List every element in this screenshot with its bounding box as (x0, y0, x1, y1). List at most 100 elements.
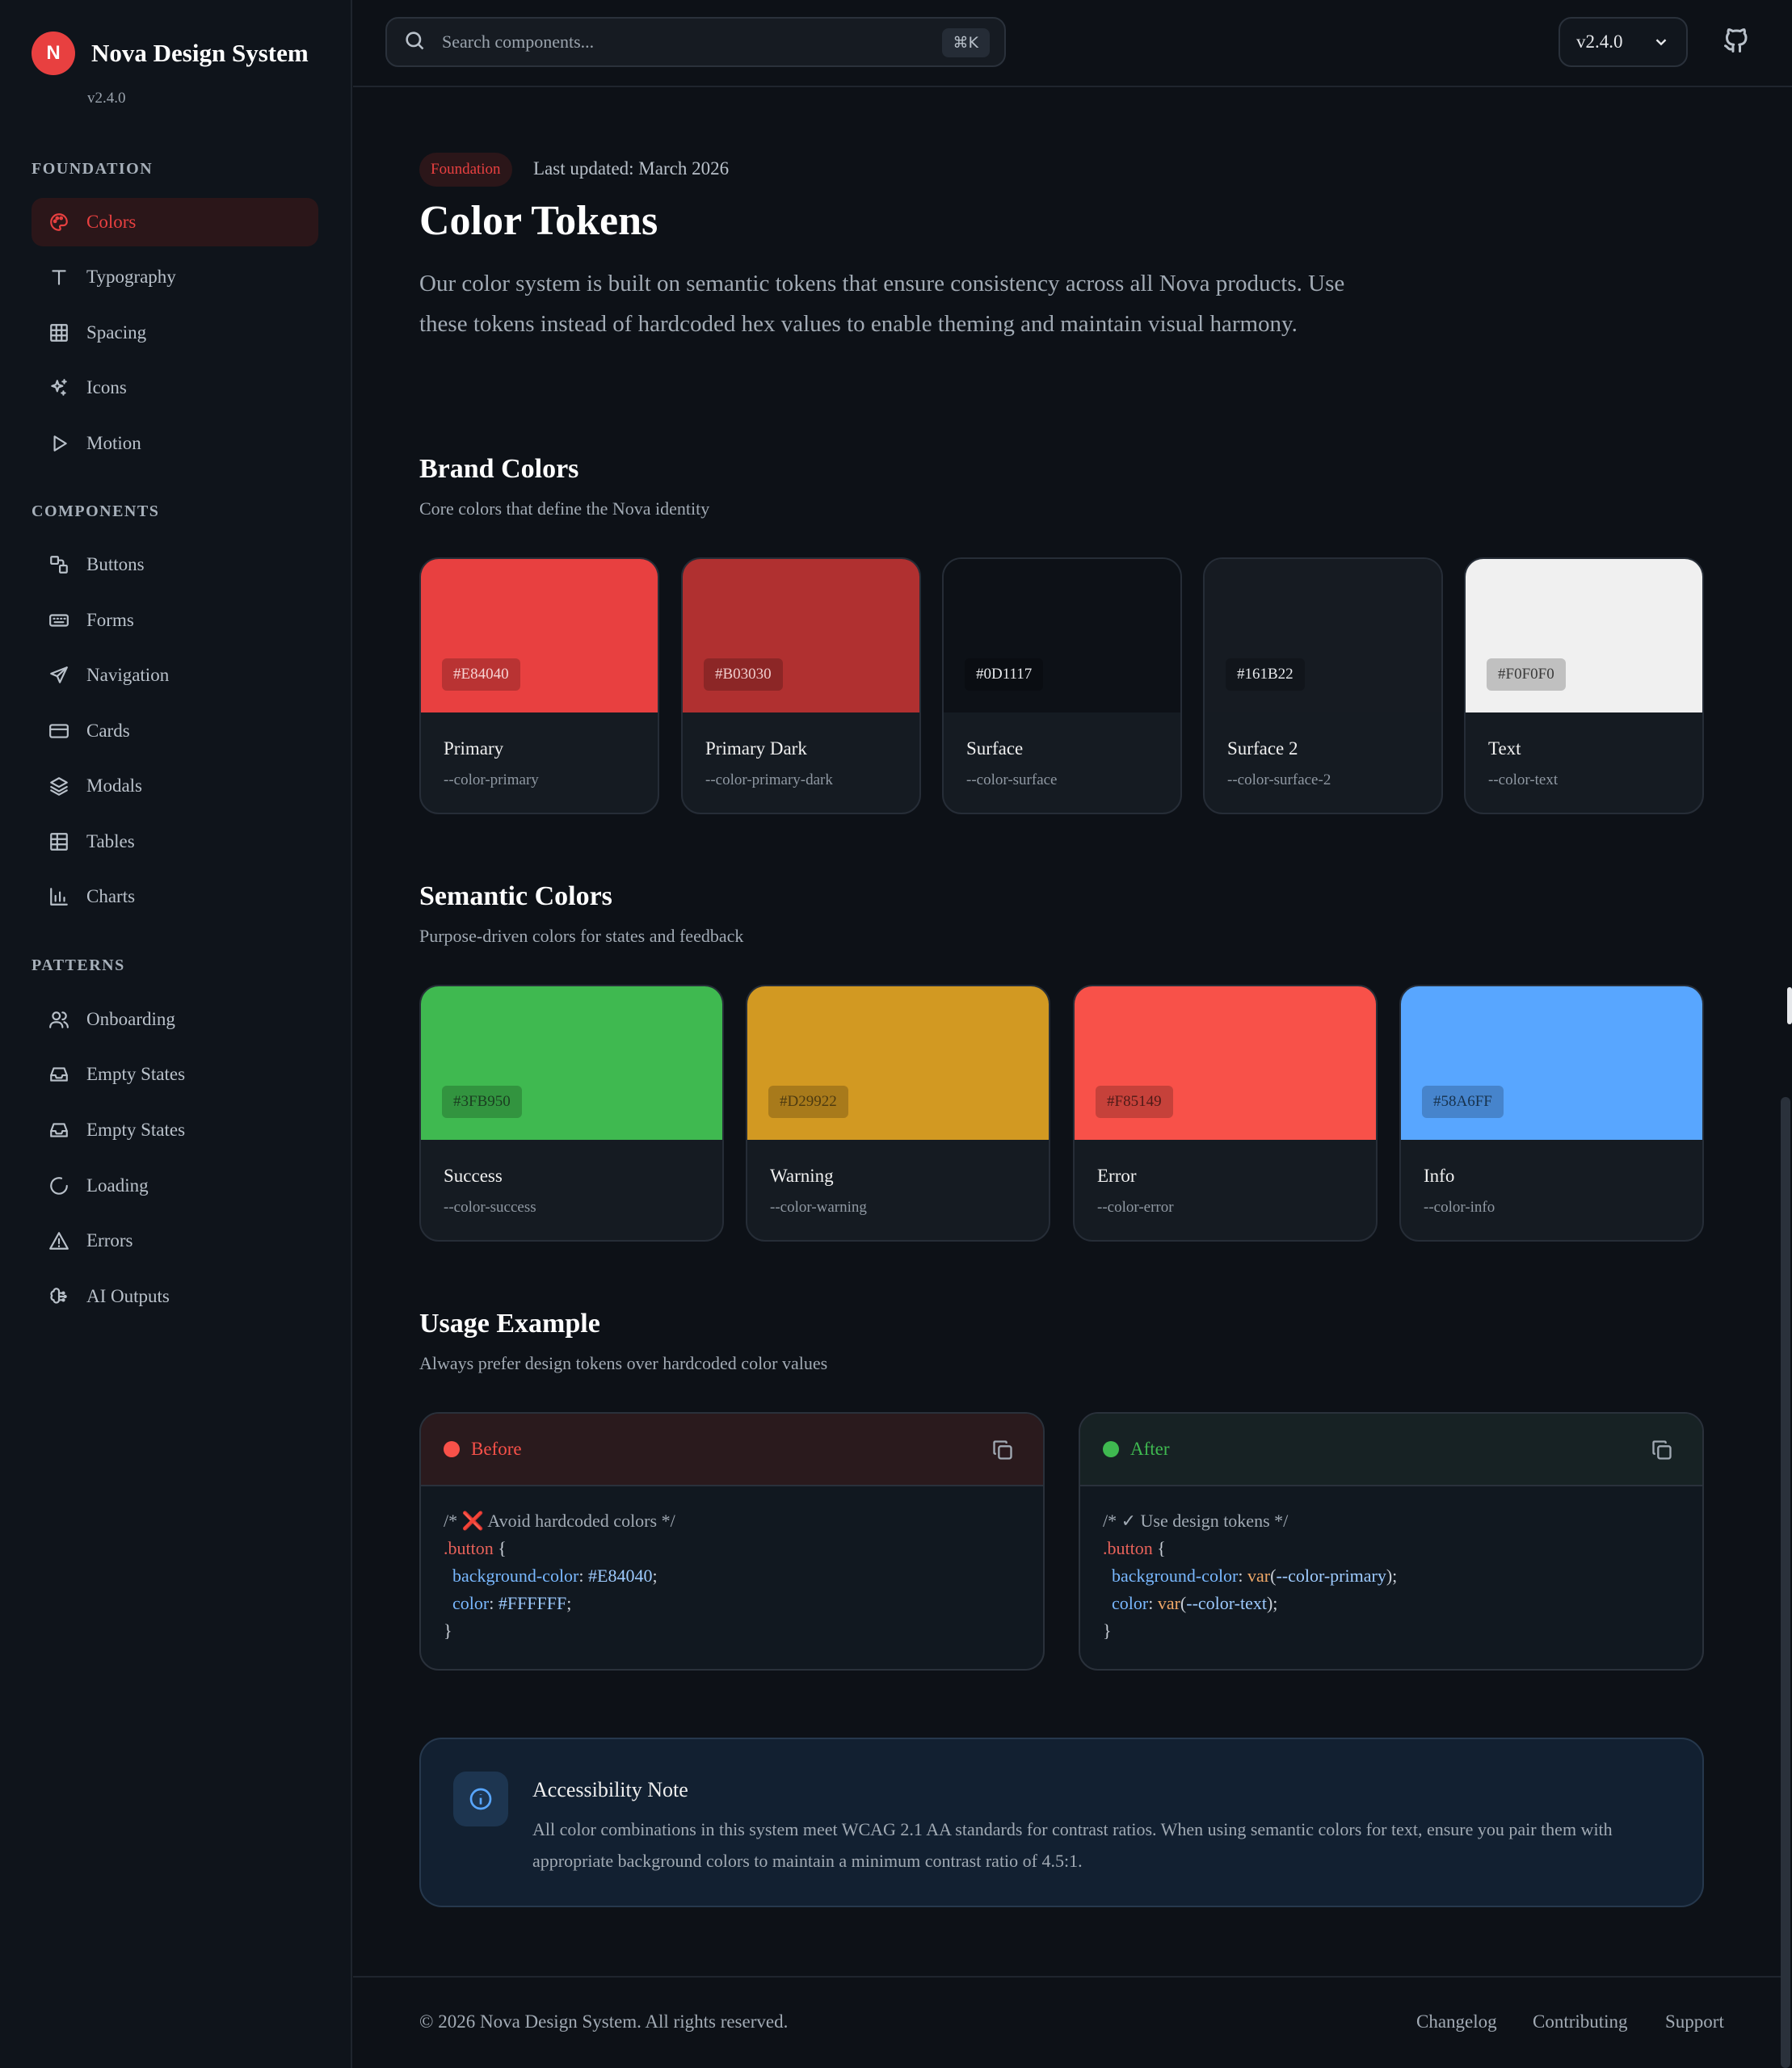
swatch-hex: #F0F0F0 (1487, 658, 1566, 691)
swatch-hex: #3FB950 (442, 1086, 522, 1118)
search-input[interactable]: Search components... ⌘K (385, 17, 1006, 67)
code-block: /* ✓ Use design tokens */ .button { back… (1103, 1511, 1398, 1641)
code-selector: .button (444, 1538, 494, 1558)
code-property: color (452, 1593, 490, 1613)
swatch-token: --color-info (1424, 1199, 1495, 1216)
sidebar-item-label: Onboarding (86, 1009, 175, 1029)
brand-name: Nova Design System (91, 39, 309, 67)
github-icon[interactable] (1722, 26, 1754, 58)
search-icon (403, 29, 426, 56)
sidebar-item-ai-outputs[interactable]: AI Outputs (32, 1272, 318, 1321)
chevron-down-icon (1652, 33, 1670, 56)
page-intro: Our color system is built on semantic to… (419, 271, 1345, 337)
version-select[interactable]: v2.4.0 (1559, 17, 1688, 67)
sidebar-item-errors[interactable]: Errors (32, 1217, 318, 1265)
brand-colors-title: Brand Colors (419, 454, 579, 484)
brand[interactable]: N Nova Design System (32, 32, 309, 75)
code-brace: { (493, 1538, 507, 1558)
usage-subtitle: Always prefer design tokens over hardcod… (419, 1353, 828, 1373)
copy-icon[interactable] (1651, 1439, 1673, 1465)
swatch-card-text[interactable]: #F0F0F0 Text --color-text (1464, 557, 1704, 814)
sidebar-item-cards[interactable]: Cards (32, 707, 318, 755)
brand-colors-subtitle: Core colors that define the Nova identit… (419, 498, 710, 519)
sidebar-item-empty-states[interactable]: Empty States (32, 1050, 318, 1099)
swatch-name: Surface (966, 738, 1024, 759)
sidebar-item-motion[interactable]: Motion (32, 419, 318, 468)
sidebar-item-label: Cards (86, 721, 130, 741)
swatch-card-success[interactable]: #3FB950 Success --color-success (419, 985, 724, 1242)
scrollbar[interactable] (1781, 1097, 1790, 2068)
table-icon (48, 830, 70, 853)
shapes-icon (48, 553, 70, 576)
swatch-token: --color-primary (444, 771, 539, 788)
swatch-card-surface-2[interactable]: #161B22 Surface 2 --color-surface-2 (1203, 557, 1443, 814)
sidebar-item-icons[interactable]: Icons (32, 364, 318, 412)
swatch-name: Error (1097, 1166, 1137, 1186)
code-card-after: After /* ✓ Use design tokens */ .button … (1079, 1412, 1704, 1671)
footer-link-changelog[interactable]: Changelog (1416, 2011, 1497, 2032)
footer-link-support[interactable]: Support (1665, 2011, 1724, 2032)
note-title: Accessibility Note (532, 1778, 688, 1801)
copyright: © 2026 Nova Design System. All rights re… (419, 2011, 789, 2032)
users-icon (48, 1008, 70, 1031)
sidebar-item-empty-states-2[interactable]: Empty States (32, 1106, 318, 1154)
sidebar-item-label: Charts (86, 886, 136, 906)
swatch-hex: #D29922 (768, 1086, 848, 1118)
swatch-card-error[interactable]: #F85149 Error --color-error (1073, 985, 1378, 1242)
copy-icon[interactable] (991, 1439, 1014, 1465)
code-value: #E84040 (588, 1566, 653, 1586)
sidebar-item-navigation[interactable]: Navigation (32, 651, 318, 700)
sidebar-item-forms[interactable]: Forms (32, 596, 318, 645)
code-selector: .button (1103, 1538, 1153, 1558)
search-shortcut: ⌘K (941, 28, 990, 57)
swatch-token: --color-error (1097, 1199, 1174, 1216)
version-select-value: v2.4.0 (1576, 32, 1623, 52)
sidebar-item-modals[interactable]: Modals (32, 762, 318, 810)
sidebar-item-colors[interactable]: Colors (32, 198, 318, 246)
sidebar-item-label: Empty States (86, 1120, 186, 1140)
sidebar-item-label: Icons (86, 377, 127, 397)
sidebar-item-onboarding[interactable]: Onboarding (32, 995, 318, 1044)
brain-icon (48, 1285, 70, 1308)
sidebar-item-tables[interactable]: Tables (32, 818, 318, 866)
swatch-card-info[interactable]: #58A6FF Info --color-info (1399, 985, 1704, 1242)
sidebar-item-label: AI Outputs (86, 1286, 170, 1306)
sidebar-item-charts[interactable]: Charts (32, 872, 318, 921)
sidebar-item-spacing[interactable]: Spacing (32, 309, 318, 357)
category-badge: Foundation (419, 153, 512, 187)
swatch-token: --color-success (444, 1199, 536, 1216)
type-icon (48, 266, 70, 288)
grid-icon (48, 322, 70, 344)
nav-section-patterns: PATTERNS (32, 956, 125, 974)
swatch-card-surface[interactable]: #0D1117 Surface --color-surface (942, 557, 1182, 814)
code-value: --color-primary (1276, 1566, 1386, 1586)
swatch-hex: #58A6FF (1422, 1086, 1504, 1118)
sidebar: N Nova Design System v2.4.0 FOUNDATION C… (0, 0, 352, 2068)
code-value: --color-text (1186, 1593, 1267, 1613)
code-comment: Avoid hardcoded colors */ (484, 1511, 675, 1531)
keyboard-icon (48, 609, 70, 632)
code-card-header: Before (421, 1414, 1043, 1486)
footer-link-contributing[interactable]: Contributing (1533, 2011, 1628, 2032)
sidebar-item-loading[interactable]: Loading (32, 1162, 318, 1210)
swatch-name: Success (444, 1166, 503, 1186)
sidebar-item-typography[interactable]: Typography (32, 253, 318, 301)
sidebar-item-label: Errors (86, 1230, 133, 1250)
inbox-icon (48, 1063, 70, 1086)
code-card-before: Before /* ❌ Avoid hardcoded colors */ .b… (419, 1412, 1045, 1671)
swatch-card-primary-dark[interactable]: #B03030 Primary Dark --color-primary-dar… (681, 557, 921, 814)
sidebar-item-label: Loading (86, 1175, 149, 1196)
semantic-colors-title: Semantic Colors (419, 881, 612, 911)
swatch-card-primary[interactable]: #E84040 Primary --color-primary (419, 557, 659, 814)
inbox-icon (48, 1119, 70, 1141)
loader-icon (48, 1175, 70, 1197)
sidebar-item-label: Tables (86, 831, 135, 851)
code-value: #FFFFFF (498, 1593, 567, 1613)
swatch-hex: #161B22 (1226, 658, 1305, 691)
brand-version: v2.4.0 (87, 90, 126, 107)
status-dot (1103, 1441, 1119, 1457)
swatch-card-warning[interactable]: #D29922 Warning --color-warning (746, 985, 1050, 1242)
swatch-hex: #F85149 (1096, 1086, 1173, 1118)
scrollbar-thumb[interactable] (1787, 987, 1792, 1024)
sidebar-item-buttons[interactable]: Buttons (32, 540, 318, 589)
